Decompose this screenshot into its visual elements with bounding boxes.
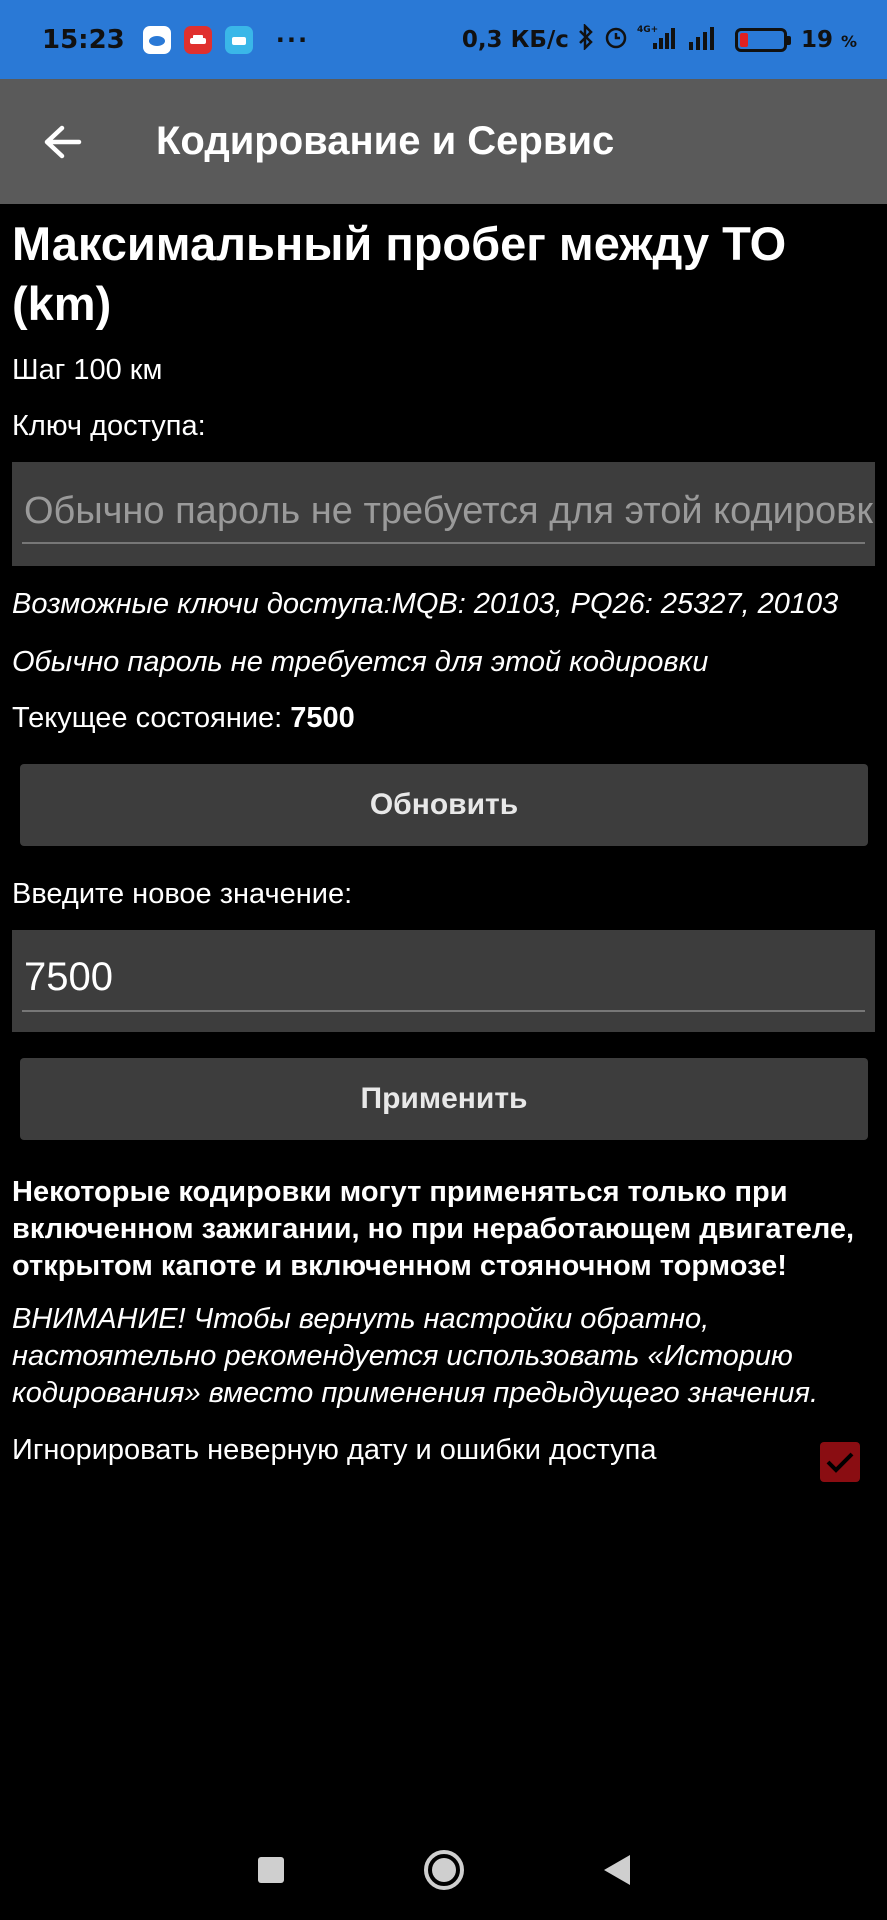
possible-keys-text: Возможные ключи доступа:MQB: 20103, PQ26… xyxy=(12,588,839,620)
status-bar: 15:23 ··· 0,3 КБ/с 4G+ 19 % xyxy=(0,0,887,79)
alarm-icon xyxy=(603,24,629,56)
network-speed: 0,3 КБ/с xyxy=(461,26,569,53)
ignore-errors-row[interactable]: Игнорировать неверную дату и ошибки дост… xyxy=(12,1432,875,1482)
recents-square-icon[interactable] xyxy=(257,1857,284,1883)
warning-bold-text: Некоторые кодировки могут применяться то… xyxy=(12,1176,855,1282)
new-value-label: Введите новое значение: xyxy=(12,878,353,910)
signal-icon xyxy=(687,24,721,56)
status-time: 15:23 xyxy=(42,24,125,55)
field-underline xyxy=(22,1010,865,1012)
current-state: Текущее состояние: 7500 xyxy=(12,700,875,736)
field-underline xyxy=(22,542,865,544)
new-value-input[interactable] xyxy=(22,952,875,1002)
step-text: Шаг 100 км xyxy=(12,354,163,386)
refresh-button[interactable]: Обновить xyxy=(20,764,868,846)
signal-4g-icon: 4G+ xyxy=(637,23,679,57)
access-key-field[interactable] xyxy=(12,462,875,566)
app-bar: Кодирование и Сервис xyxy=(0,79,887,204)
cloud-notification-icon xyxy=(142,25,171,54)
battery-icon xyxy=(734,27,791,52)
hint-text: Обычно пароль не требуется для этой коди… xyxy=(12,646,709,678)
access-key-input[interactable] xyxy=(22,486,875,536)
ignore-errors-checkbox[interactable] xyxy=(820,1442,860,1482)
back-triangle-icon[interactable] xyxy=(603,1855,630,1885)
system-nav-bar xyxy=(0,1820,887,1920)
app-notification-icon xyxy=(224,25,253,54)
current-state-value: 7500 xyxy=(290,702,355,734)
key-label: Ключ доступа: xyxy=(12,410,206,442)
bluetooth-icon xyxy=(577,22,595,56)
car-notification-icon xyxy=(183,25,212,54)
checkmark-icon xyxy=(826,1452,854,1473)
app-title: Кодирование и Сервис xyxy=(156,119,615,163)
arrow-left-icon xyxy=(44,125,82,158)
apply-button[interactable]: Применить xyxy=(20,1058,868,1140)
status-right: 0,3 КБ/с 4G+ 19 % xyxy=(461,22,857,57)
warning-italic-text: ВНИМАНИЕ! Чтобы вернуть настройки обратн… xyxy=(12,1303,819,1409)
ignore-errors-label: Игнорировать неверную дату и ошибки дост… xyxy=(12,1434,657,1466)
battery-percent: 19 % xyxy=(800,26,857,53)
main-content: Максимальный пробег между ТО (km) Шаг 10… xyxy=(0,204,887,1482)
more-notifications-icon: ··· xyxy=(275,25,310,54)
current-state-label: Текущее состояние: xyxy=(12,702,283,734)
home-circle-icon[interactable] xyxy=(423,1850,464,1890)
battery-fill xyxy=(739,32,748,47)
back-button[interactable] xyxy=(30,110,94,174)
page-heading: Максимальный пробег между ТО (km) xyxy=(12,217,787,330)
network-type-label: 4G+ xyxy=(637,25,658,35)
new-value-field[interactable] xyxy=(12,930,875,1032)
